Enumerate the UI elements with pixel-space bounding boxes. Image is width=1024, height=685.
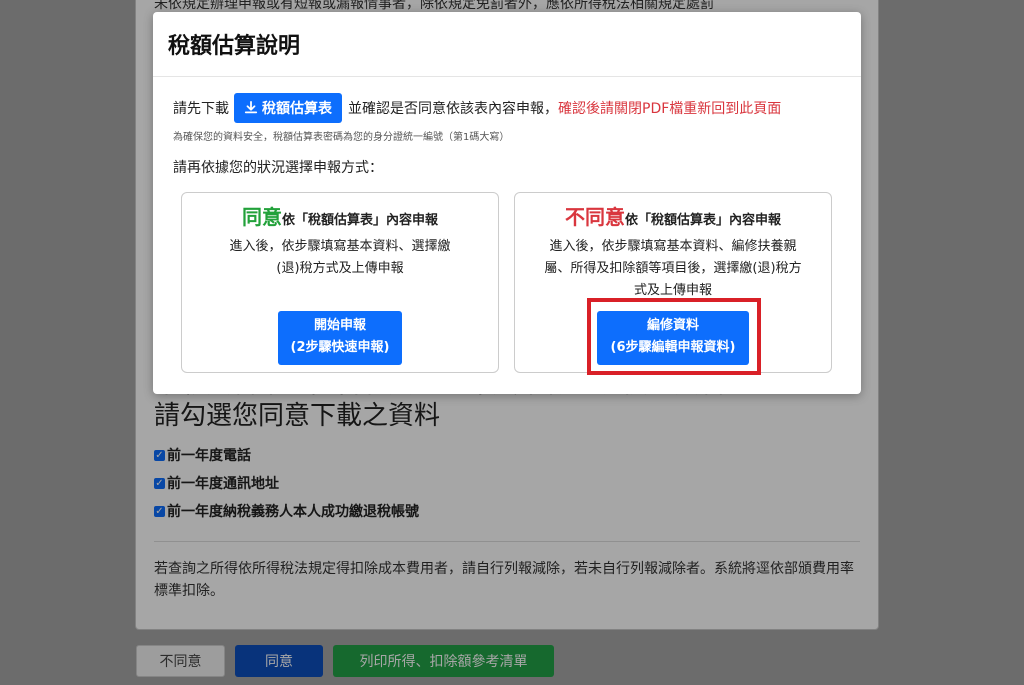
- password-note: 為確保您的資料安全，稅額估算表密碼為您的身分證統一編號（第1碼大寫）: [173, 132, 510, 143]
- disagree-card-emphasis: 不同意: [564, 205, 625, 229]
- download-tax-estimate-button[interactable]: 稅額估算表: [234, 93, 342, 123]
- highlight-annotation-box: [587, 298, 761, 375]
- disagree-card-description: 進入後，依步驟填寫基本資料、編修扶養親屬、所得及扣除額等項目後，選擇繳(退)稅方…: [544, 239, 802, 298]
- start-filing-button[interactable]: 開始申報 (2步驟快速申報): [278, 311, 402, 365]
- start-filing-sublabel: (2步驟快速申報): [290, 340, 390, 355]
- disagree-card-title: 不同意依「稅額估算表」內容申報: [515, 201, 831, 230]
- instruction-middle: 並確認是否同意依該表內容申報，: [348, 101, 558, 117]
- instruction-prefix: 請先下載: [173, 101, 229, 117]
- download-icon: [244, 101, 258, 114]
- download-instruction: 請先下載 稅額估算表 並確認是否同意依該表內容申報， 確認後請關閉PDF檔重新回…: [173, 93, 781, 123]
- modal-title: 稅額估算說明: [168, 34, 301, 59]
- page: 未依規定辦理申報或有短報或漏報情事者，除依規定免罰者外，應依所得稅法相關規定處罰…: [0, 0, 1024, 685]
- select-method-label: 請再依據您的狀況選擇申報方式：: [173, 160, 383, 176]
- start-filing-label: 開始申報: [313, 318, 366, 333]
- agree-card-title-rest: 依「稅額估算表」內容申報: [281, 213, 438, 228]
- download-button-label: 稅額估算表: [262, 101, 332, 117]
- disagree-card-title-rest: 依「稅額估算表」內容申報: [624, 213, 781, 228]
- modal-header: 稅額估算說明: [153, 12, 861, 77]
- agree-card-description: 進入後，依步驟填寫基本資料、選擇繳(退)稅方式及上傳申報: [229, 239, 451, 276]
- agree-option-card: 同意依「稅額估算表」內容申報 進入後，依步驟填寫基本資料、選擇繳(退)稅方式及上…: [181, 192, 499, 373]
- agree-card-title: 同意依「稅額估算表」內容申報: [182, 201, 498, 230]
- instruction-warning: 確認後請關閉PDF檔重新回到此頁面: [558, 101, 782, 117]
- agree-card-emphasis: 同意: [241, 205, 282, 229]
